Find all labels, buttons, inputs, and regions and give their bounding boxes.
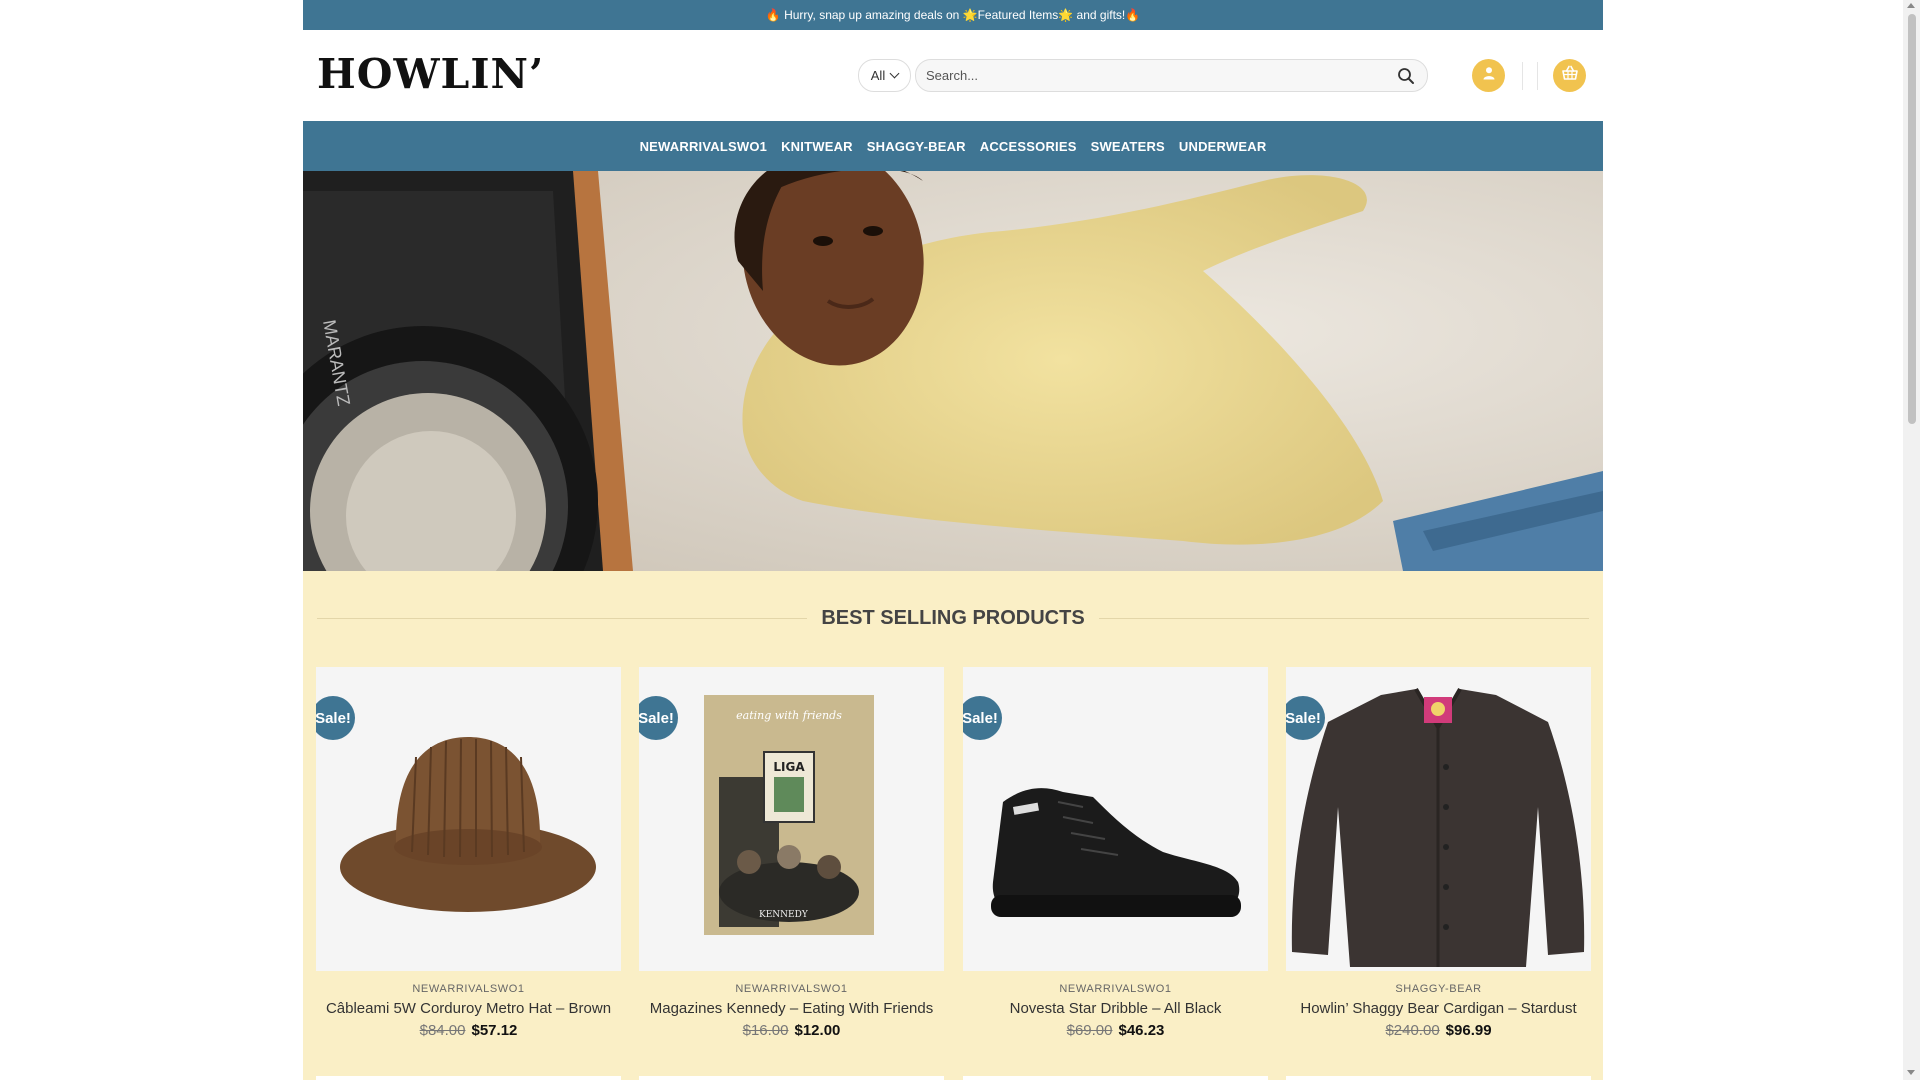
- product-card[interactable]: Sale! SHAGGY-BEAR Howlin’ Shaggy Bear Ca…: [1286, 667, 1591, 1039]
- hero-photo: MARANTZ: [303, 171, 1603, 571]
- chevron-down-icon: [889, 68, 900, 79]
- search-box: [915, 59, 1428, 92]
- product-category[interactable]: NEWARRIVALSWO1: [639, 983, 944, 995]
- sale-price: $96.99: [1445, 1022, 1492, 1039]
- site-container: 🔥 Hurry, snap up amazing deals on 🌟Featu…: [303, 0, 1603, 1080]
- scroll-up-icon[interactable]: [1907, 3, 1915, 8]
- product-price: $240.00 $96.99: [1286, 1022, 1591, 1039]
- nav-item-sweaters[interactable]: SWEATERS: [1091, 139, 1165, 154]
- magazine-cover-image: LIGA eating with friends KENNEDY: [704, 695, 874, 935]
- product-image[interactable]: Sale!: [1286, 667, 1591, 971]
- product-card[interactable]: Sale! NEWARRIVALSWO1 Câbleami 5W Corduro…: [316, 667, 621, 1039]
- product-price: $84.00 $57.12: [316, 1022, 621, 1039]
- nav-item-underwear[interactable]: UNDERWEAR: [1179, 139, 1267, 154]
- product-card[interactable]: [316, 1076, 621, 1080]
- announcement-bar: 🔥 Hurry, snap up amazing deals on 🌟Featu…: [303, 0, 1603, 30]
- search-input[interactable]: [916, 60, 1376, 91]
- original-price: $16.00: [742, 1022, 789, 1039]
- product-title[interactable]: Novesta Star Dribble – All Black: [963, 1000, 1268, 1017]
- account-button[interactable]: [1472, 59, 1505, 92]
- product-title[interactable]: Câbleami 5W Corduroy Metro Hat – Brown: [316, 1000, 621, 1017]
- announcement-text: 🔥 Hurry, snap up amazing deals on 🌟Featu…: [765, 8, 1141, 22]
- product-image[interactable]: Sale! LIGA eating with friends KENNEDY: [639, 667, 944, 971]
- basket-icon: [1561, 65, 1579, 86]
- best-selling-section: BEST SELLING PRODUCTS Sale! NEWARRIVALSW…: [303, 571, 1603, 1080]
- product-title[interactable]: Howlin’ Shaggy Bear Cardigan – Stardust: [1286, 1000, 1591, 1017]
- product-category[interactable]: SHAGGY-BEAR: [1286, 983, 1591, 995]
- section-heading: BEST SELLING PRODUCTS: [317, 603, 1590, 633]
- cart-button[interactable]: [1553, 59, 1586, 92]
- site-header: HOWLIN’ All: [303, 30, 1603, 121]
- product-card[interactable]: [1286, 1076, 1591, 1080]
- sneaker-image: [991, 788, 1241, 917]
- user-icon: [1482, 66, 1496, 85]
- magazine-cover-title: eating with friends: [736, 709, 842, 722]
- header-divider: [1537, 62, 1538, 90]
- original-price: $69.00: [1066, 1022, 1113, 1039]
- original-price: $240.00: [1385, 1022, 1440, 1039]
- divider: [317, 617, 808, 619]
- bucket-hat-image: [340, 737, 596, 912]
- category-select[interactable]: All: [858, 59, 911, 92]
- header-divider: [1522, 62, 1523, 90]
- nav-item-newarrivalswo1[interactable]: NEWARRIVALSWO1: [640, 139, 768, 154]
- product-price: $16.00 $12.00: [639, 1022, 944, 1039]
- main-navigation: NEWARRIVALSWO1 KNITWEAR SHAGGY-BEAR ACCE…: [303, 121, 1603, 171]
- product-card[interactable]: [639, 1076, 944, 1080]
- product-image[interactable]: Sale!: [316, 667, 621, 971]
- product-image[interactable]: Sale!: [963, 667, 1268, 971]
- magazine-sign-text: LIGA: [773, 760, 805, 774]
- nav-item-knitwear[interactable]: KNITWEAR: [781, 139, 853, 154]
- hero-banner[interactable]: MARANTZ: [303, 171, 1603, 571]
- category-select-value: All: [870, 68, 886, 83]
- product-card[interactable]: Sale! NEWARRIVALSWO1 Novesta Star Dribbl…: [963, 667, 1268, 1039]
- product-card[interactable]: [963, 1076, 1268, 1080]
- sale-price: $57.12: [471, 1022, 518, 1039]
- original-price: $84.00: [419, 1022, 466, 1039]
- product-card[interactable]: Sale! LIGA eating with friends KENNEDY N…: [639, 667, 944, 1039]
- page: 🔥 Hurry, snap up amazing deals on 🌟Featu…: [0, 0, 1920, 1080]
- product-category[interactable]: NEWARRIVALSWO1: [316, 983, 621, 995]
- section-title: BEST SELLING PRODUCTS: [821, 606, 1085, 629]
- scrollbar-thumb[interactable]: [1908, 14, 1916, 424]
- search-icon[interactable]: [1397, 67, 1415, 85]
- divider: [1098, 617, 1590, 619]
- nav-item-accessories[interactable]: ACCESSORIES: [980, 139, 1077, 154]
- product-category[interactable]: NEWARRIVALSWO1: [963, 983, 1268, 995]
- site-logo[interactable]: HOWLIN’: [317, 50, 544, 98]
- nav-item-shaggy-bear[interactable]: SHAGGY-BEAR: [867, 139, 966, 154]
- product-price: $69.00 $46.23: [963, 1022, 1268, 1039]
- magazine-name: KENNEDY: [759, 910, 809, 920]
- sale-price: $12.00: [794, 1022, 841, 1039]
- product-title[interactable]: Magazines Kennedy – Eating With Friends: [639, 1000, 944, 1017]
- sale-price: $46.23: [1118, 1022, 1165, 1039]
- page-scrollbar[interactable]: [1903, 0, 1920, 1080]
- cardigan-image: [1291, 687, 1585, 967]
- scroll-down-icon[interactable]: [1907, 1070, 1915, 1075]
